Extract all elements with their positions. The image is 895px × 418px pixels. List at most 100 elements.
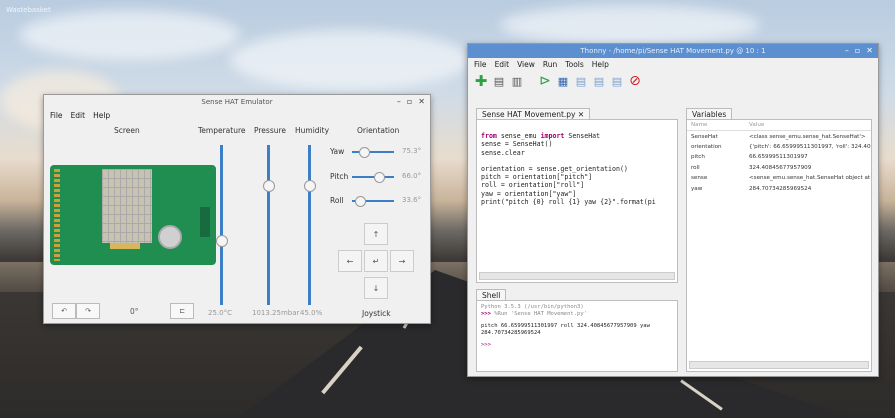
joystick-up-button[interactable]: ↑ (364, 223, 388, 245)
minimize-icon[interactable]: – (845, 46, 849, 55)
sense-titlebar[interactable]: Sense HAT Emulator – ▫ ✕ (44, 95, 430, 109)
rotate-left-icon: ↶ (61, 307, 67, 315)
roll-label: Roll (330, 196, 344, 205)
variable-value: 66.65999511301997 (749, 154, 808, 161)
variable-row[interactable]: roll 324.40845677957909 (687, 163, 871, 173)
code-line: roll = orientation["roll"] (481, 181, 585, 190)
shell-output[interactable]: Python 3.5.3 (/usr/bin/python3) >>> %Run… (481, 304, 650, 349)
variable-name: sense (691, 175, 708, 182)
temperature-slider[interactable] (216, 145, 228, 305)
yaw-value: 75.3° (402, 147, 422, 155)
code-token: sense_emu (496, 132, 541, 141)
step-over-icon[interactable]: ▤ (574, 74, 588, 88)
yaw-slider-thumb[interactable] (358, 147, 370, 158)
new-file-icon[interactable]: ✚ (474, 72, 488, 90)
pressure-slider-thumb[interactable] (263, 179, 275, 192)
code-keyword: import (540, 132, 565, 141)
joystick-left-button[interactable]: ← (338, 250, 362, 272)
gpio-header (54, 169, 60, 261)
code-editor[interactable]: from sense_emu import SenseHat sense = S… (476, 119, 678, 283)
roll-slider-thumb[interactable] (354, 196, 366, 207)
menu-tools[interactable]: Tools (565, 60, 583, 69)
yaw-label: Yaw (330, 147, 345, 156)
load-icon[interactable]: ▤ (492, 74, 506, 88)
editor-horizontal-scrollbar[interactable] (479, 272, 675, 280)
debug-icon[interactable]: ▦ (556, 74, 570, 88)
menu-help[interactable]: Help (592, 60, 609, 69)
close-icon[interactable]: ✕ (866, 46, 873, 55)
minimize-icon[interactable]: – (397, 97, 401, 106)
close-icon[interactable]: ✕ (418, 97, 425, 106)
variable-value: <class sense_emu.sense_hat.SenseHat'> (749, 133, 866, 140)
menu-help[interactable]: Help (93, 111, 110, 120)
desktop-icon-label[interactable]: Wastebasket (6, 6, 51, 14)
value-column-header[interactable]: Value (749, 122, 871, 128)
variables-pane: Name Value SenseHat <class sense_emu.sens… (686, 119, 872, 372)
name-column-header[interactable]: Name (687, 122, 749, 128)
shell-version: Python 3.5.3 (/usr/bin/python3) (481, 304, 584, 310)
code-text[interactable]: from sense_emu import SenseHat sense = S… (481, 124, 656, 206)
shell-prompt: >>> (481, 311, 495, 317)
cloud (230, 30, 470, 90)
maximize-icon[interactable]: ▫ (855, 46, 860, 55)
joystick-label: Joystick (362, 309, 391, 318)
joystick-down-button[interactable]: ↓ (364, 277, 388, 299)
maximize-icon[interactable]: ▫ (407, 97, 412, 106)
rotate-right-button[interactable]: ↷ (76, 303, 100, 319)
screen-label: Screen (114, 126, 140, 135)
roll-slider[interactable] (352, 196, 394, 207)
window-title: Sense HAT Emulator (201, 98, 273, 106)
pressure-label: Pressure (254, 126, 287, 135)
variable-name: yaw (691, 185, 703, 192)
run-icon[interactable]: ⊳ (538, 73, 552, 89)
menu-file[interactable]: File (474, 60, 487, 69)
step-out-icon[interactable]: ▤ (610, 74, 624, 88)
variables-horizontal-scrollbar[interactable] (689, 361, 869, 369)
variable-name: orientation (691, 143, 722, 150)
menu-file[interactable]: File (50, 111, 63, 120)
rotate-left-button[interactable]: ↶ (52, 303, 76, 319)
variable-row[interactable]: sense <sense_emu.sense_hat.SenseHat objec… (687, 173, 871, 183)
stop-icon[interactable]: ⊘ (628, 73, 642, 89)
led-matrix (102, 169, 152, 243)
temperature-slider-thumb[interactable] (216, 235, 228, 247)
yaw-slider[interactable] (352, 147, 394, 158)
sense-menubar: File Edit Help (44, 109, 430, 122)
menu-view[interactable]: View (517, 60, 535, 69)
thonny-titlebar[interactable]: Thonny - /home/pi/Sense HAT Movement.py … (468, 44, 878, 58)
sense-hat-emulator-window: Sense HAT Emulator – ▫ ✕ File Edit Help … (43, 94, 431, 324)
window-title: Thonny - /home/pi/Sense HAT Movement.py … (580, 47, 766, 55)
menu-run[interactable]: Run (543, 60, 557, 69)
joystick-right-button[interactable]: → (390, 250, 414, 272)
humidity-slider[interactable] (304, 145, 316, 305)
shell-result-line: pitch 66.65999511301997 roll 324.4084567… (481, 323, 650, 329)
menu-edit[interactable]: Edit (495, 60, 510, 69)
flip-button[interactable]: ⊏ (170, 303, 194, 319)
humidity-label: Humidity (295, 126, 330, 135)
variable-row[interactable]: pitch 66.65999511301997 (687, 152, 871, 162)
pitch-slider[interactable] (352, 172, 394, 183)
pitch-slider-thumb[interactable] (374, 172, 386, 183)
cloud (500, 5, 760, 45)
menu-edit[interactable]: Edit (71, 111, 86, 120)
variables-header: Name Value (687, 120, 871, 132)
variable-row[interactable]: SenseHat <class sense_emu.sense_hat.Sense… (687, 131, 871, 141)
shell-prompt[interactable]: >>> (481, 342, 650, 349)
code-line: print("pitch {0} roll {1} yaw {2}".forma… (481, 197, 656, 206)
joystick-center-button[interactable]: ↵ (364, 250, 388, 272)
temperature-label: Temperature (198, 126, 246, 135)
step-into-icon[interactable]: ▤ (592, 74, 606, 88)
shell-pane[interactable]: Python 3.5.3 (/usr/bin/python3) >>> %Run… (476, 300, 678, 372)
cloud (20, 10, 240, 60)
save-icon[interactable]: ▥ (510, 74, 524, 88)
variable-value: <sense_emu.sense_hat.SenseHat object at … (749, 175, 871, 182)
variable-row[interactable]: yaw 284.70734285969524 (687, 183, 871, 193)
board-component (200, 207, 210, 237)
humidity-slider-thumb[interactable] (304, 179, 316, 192)
code-line: orientation = sense.get_orientation() (481, 165, 628, 174)
code-line: pitch = orientation["pitch"] (481, 173, 593, 182)
pressure-slider[interactable] (263, 145, 275, 305)
code-token: SenseHat (564, 132, 601, 141)
flip-icon: ⊏ (179, 307, 185, 315)
variable-row[interactable]: orientation {'pitch': 66.65999511301997, … (687, 142, 871, 152)
